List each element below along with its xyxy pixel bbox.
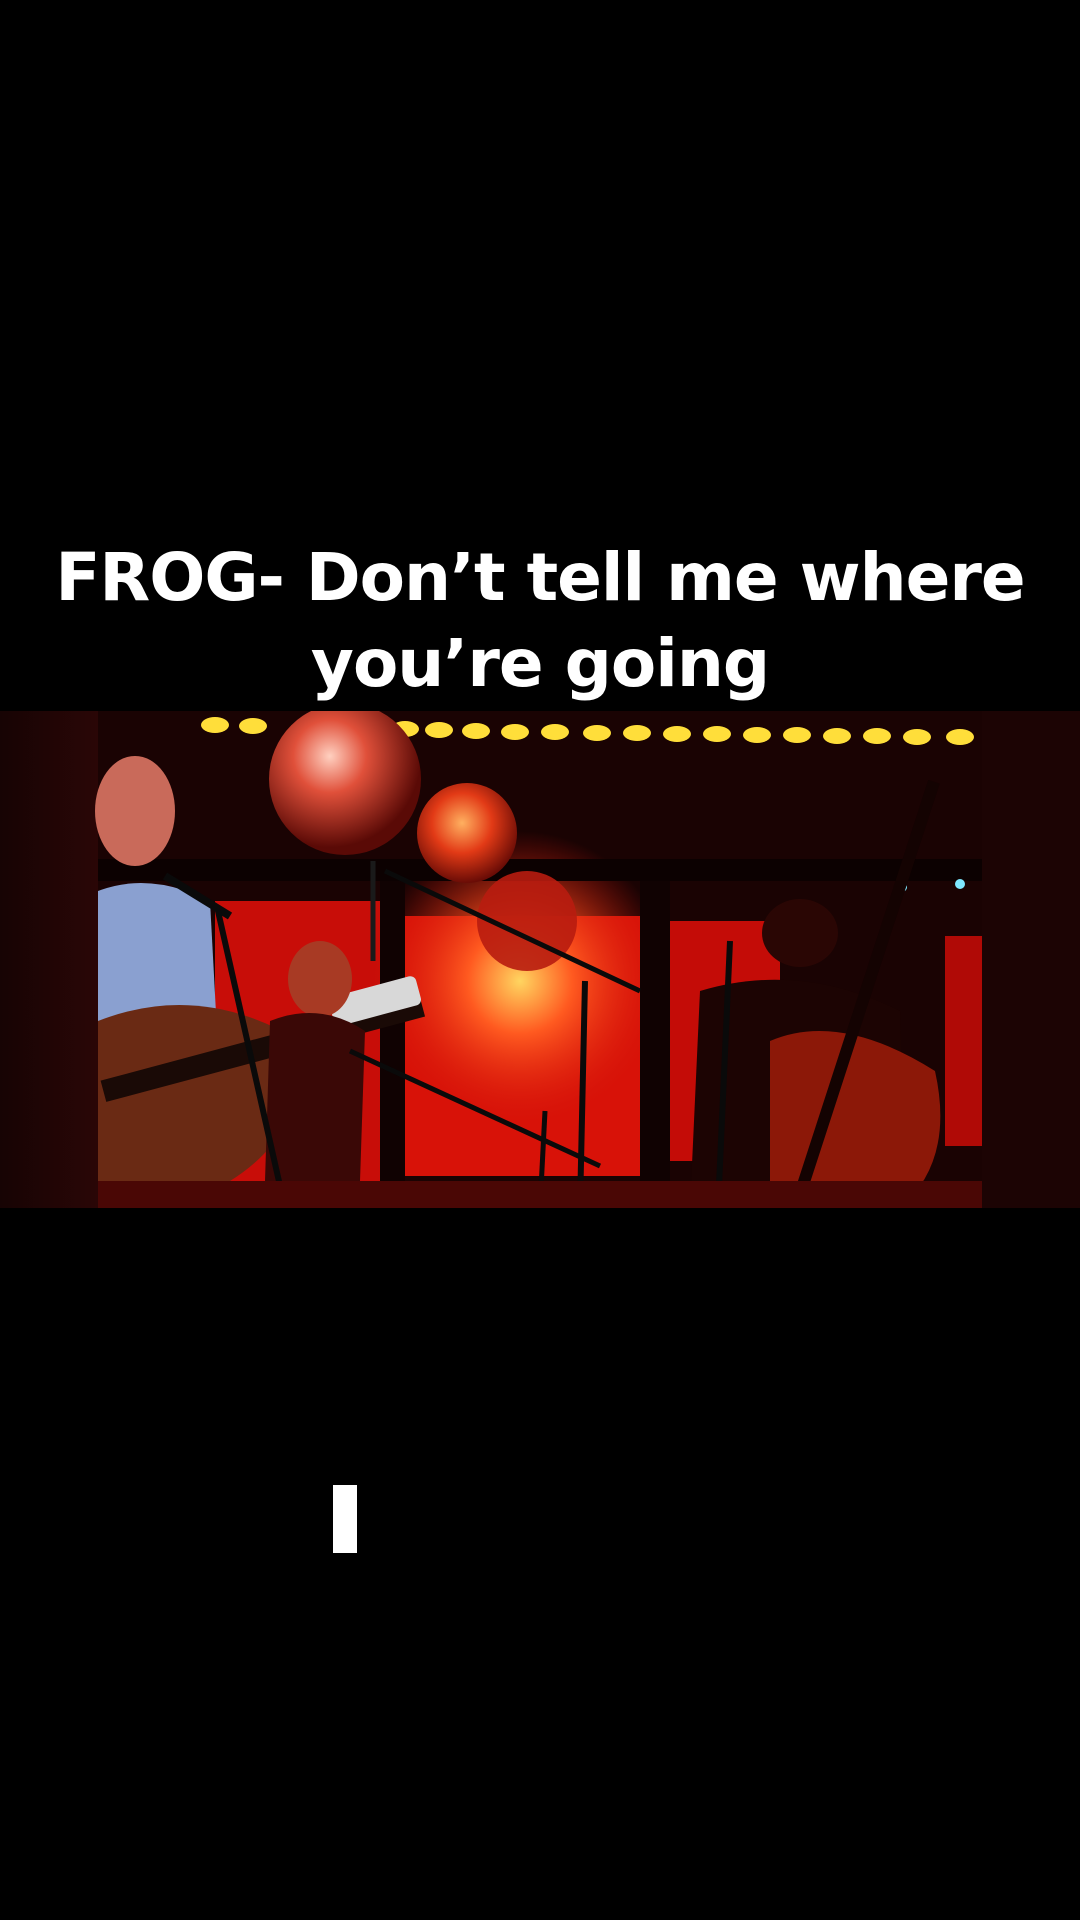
stage-pillar-1 [380,881,405,1181]
stage-scene [0,711,1080,1208]
disco-ball-medium [417,783,517,883]
stage-floor [98,1181,982,1208]
video-frame[interactable] [0,711,1080,1208]
caption-line-1: FROG- Don’t tell me where [55,539,1025,616]
right-blur-band [982,711,1080,1208]
text-cursor [333,1485,357,1553]
video-screen[interactable]: FROG- Don’t tell me where you’re going [0,0,1080,1920]
caption-line-2: you’re going [310,625,770,702]
red-panel-far-right [945,936,982,1146]
stage-pillar-2 [640,881,670,1181]
cyan-light [955,879,965,889]
video-caption: FROG- Don’t tell me where you’re going [40,535,1040,707]
left-blur-band [0,711,98,1208]
